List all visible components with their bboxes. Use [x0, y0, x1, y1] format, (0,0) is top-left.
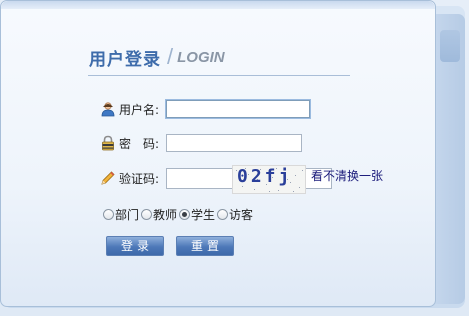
radio-teacher[interactable]	[141, 208, 153, 220]
captcha-image[interactable]: 02fj	[232, 165, 306, 194]
password-row: 密 码:	[100, 133, 302, 153]
password-input[interactable]	[166, 134, 302, 152]
pencil-icon	[100, 170, 116, 186]
lock-icon	[100, 135, 116, 151]
title-divider	[88, 75, 350, 76]
role-option-department[interactable]: 部门	[103, 206, 139, 223]
username-label: 用户名:	[119, 102, 160, 117]
captcha-text: 02fj	[237, 166, 293, 187]
username-input[interactable]	[166, 100, 310, 118]
radio-student[interactable]	[179, 208, 191, 220]
title-separator: /	[167, 44, 174, 69]
username-row: 用户名:	[100, 99, 310, 119]
radio-department[interactable]	[103, 208, 114, 220]
role-label-student: 学生	[191, 207, 216, 222]
role-label-teacher: 教师	[153, 207, 178, 222]
login-title: 用户登录 / LOGIN	[89, 44, 225, 70]
role-label-visitor: 访客	[229, 207, 254, 222]
role-option-visitor[interactable]: 访客	[217, 206, 253, 223]
title-english: LOGIN	[177, 48, 225, 66]
role-option-teacher[interactable]: 教师	[141, 206, 177, 223]
title-chinese: 用户登录	[89, 49, 161, 70]
side-tab	[440, 30, 460, 62]
login-button[interactable]: 登录	[106, 236, 164, 256]
refresh-captcha-link[interactable]: 看不清换一张	[311, 167, 383, 184]
reset-button[interactable]: 重置	[176, 236, 234, 256]
panel-top-edge	[1, 1, 435, 9]
captcha-label: 验证码:	[119, 171, 160, 186]
role-option-student[interactable]: 学生	[179, 206, 215, 223]
role-label-department: 部门	[115, 207, 140, 222]
user-icon	[100, 101, 116, 117]
role-radio-group: 部门 教师 学生 访客	[103, 205, 255, 223]
radio-visitor[interactable]	[217, 208, 229, 220]
password-label: 密 码:	[119, 136, 160, 151]
